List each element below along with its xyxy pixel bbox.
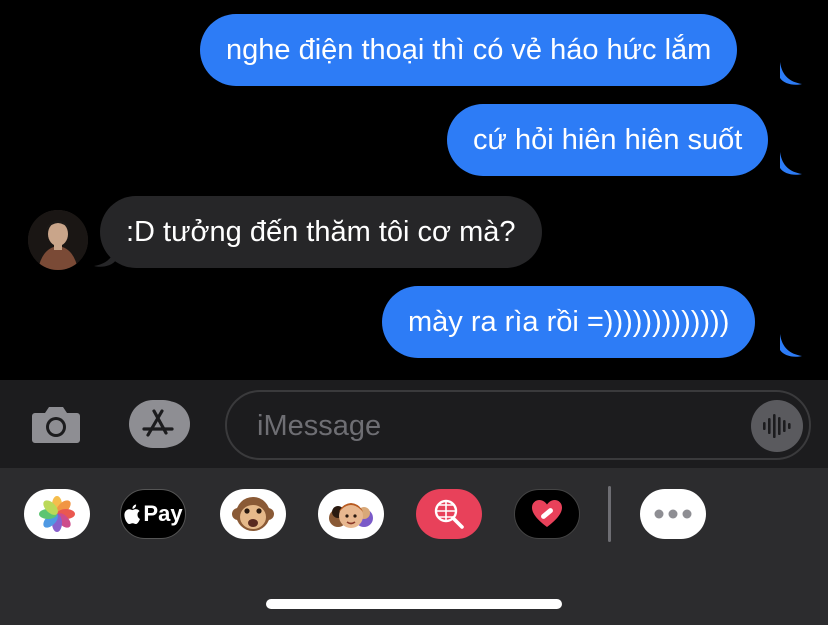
- camera-button[interactable]: [28, 400, 84, 448]
- tray-divider: [608, 486, 611, 542]
- avatar-image: [28, 210, 88, 270]
- apple-pay-button[interactable]: Pay: [120, 489, 186, 539]
- message-input-placeholder: iMessage: [257, 410, 382, 442]
- bubble-tail: [780, 152, 802, 175]
- heart-icon: [532, 500, 562, 527]
- message-bubble-incoming[interactable]: :D tưởng đến thăm tôi cơ mà?: [100, 196, 542, 268]
- digital-touch-app-button[interactable]: [514, 489, 580, 539]
- apple-logo-icon: [124, 504, 141, 525]
- more-icon: [654, 509, 692, 519]
- memoji-app-button[interactable]: [318, 489, 384, 539]
- message-text: :D tưởng đến thăm tôi cơ mà?: [126, 216, 516, 248]
- message-bubble-outgoing[interactable]: cứ hỏi hiên hiên suốt: [447, 104, 769, 176]
- more-apps-button[interactable]: [640, 489, 706, 539]
- home-indicator[interactable]: [266, 599, 562, 609]
- message-bubble-outgoing[interactable]: mày ra rìa rồi =))))))))))))): [382, 286, 756, 358]
- photos-app-button[interactable]: [24, 489, 90, 539]
- globe-search-icon: [434, 499, 464, 529]
- images-search-app-button[interactable]: [416, 489, 482, 539]
- camera-icon: [32, 407, 80, 443]
- apple-pay-label: Pay: [143, 501, 183, 526]
- bubble-tail: [780, 334, 802, 357]
- message-text: mày ra rìa rồi =))))))))))))): [408, 306, 730, 338]
- photos-icon: [39, 496, 75, 532]
- contact-avatar[interactable]: [28, 210, 88, 270]
- audio-message-button[interactable]: [751, 400, 803, 452]
- message-bubble-outgoing[interactable]: nghe điện thoại thì có vẻ háo hức lắm: [200, 14, 738, 86]
- bubble-tail: [94, 244, 116, 267]
- message-text: cứ hỏi hiên hiên suốt: [473, 124, 743, 156]
- message-input[interactable]: iMessage: [225, 390, 811, 460]
- conversation: nghe điện thoại thì có vẻ háo hức lắm cứ…: [0, 0, 828, 380]
- monkey-icon: [232, 497, 274, 531]
- app-store-button[interactable]: [126, 400, 190, 448]
- audio-waveform-icon: [763, 414, 791, 438]
- animoji-app-button[interactable]: [220, 489, 286, 539]
- message-text: nghe điện thoại thì có vẻ háo hức lắm: [226, 34, 712, 66]
- app-store-icon: [142, 409, 174, 437]
- bubble-tail: [780, 62, 802, 85]
- memoji-stickers-icon: [329, 503, 373, 528]
